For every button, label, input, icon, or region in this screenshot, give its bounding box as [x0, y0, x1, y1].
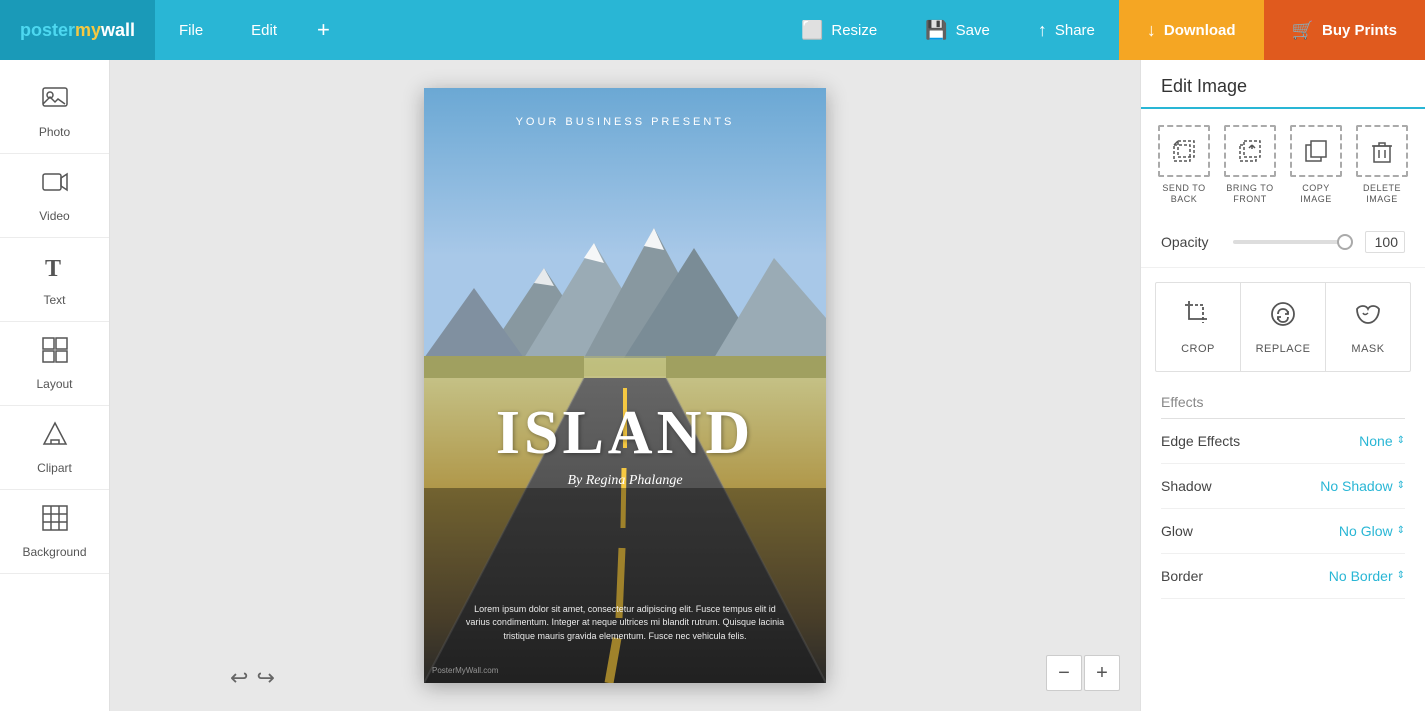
- glow-dropdown-icon: ⇕: [1397, 525, 1405, 536]
- send-to-back-icon: [1158, 125, 1210, 177]
- file-menu[interactable]: File: [155, 0, 227, 60]
- sidebar-photo-label: Photo: [39, 125, 70, 139]
- border-value[interactable]: No Border ⇕: [1329, 568, 1405, 584]
- sidebar-item-background[interactable]: Background: [0, 490, 109, 574]
- sidebar-item-clipart[interactable]: Clipart: [0, 406, 109, 490]
- undo-redo-controls: ↩ ↪: [230, 665, 275, 691]
- delete-image-button[interactable]: DELETEIMAGE: [1349, 125, 1415, 205]
- copy-image-button[interactable]: COPYIMAGE: [1283, 125, 1349, 205]
- download-button[interactable]: ↓ Download: [1119, 0, 1264, 60]
- edit-icons-row: SEND TOBACK BRING TOFRONT COPYIMAGE DELE…: [1141, 109, 1425, 221]
- video-icon: [41, 168, 69, 203]
- sidebar-video-label: Video: [39, 209, 69, 223]
- glow-value[interactable]: No Glow ⇕: [1339, 523, 1405, 539]
- sidebar-item-photo[interactable]: Photo: [0, 70, 109, 154]
- sidebar-item-layout[interactable]: Layout: [0, 322, 109, 406]
- resize-icon: ⬜: [801, 20, 823, 41]
- effects-title: Effects: [1161, 394, 1405, 419]
- panel-title: Edit Image: [1141, 60, 1425, 109]
- sidebar-text-label: Text: [43, 293, 65, 307]
- logo: postermywall: [0, 0, 155, 60]
- sidebar-item-video[interactable]: Video: [0, 154, 109, 238]
- download-icon: ↓: [1147, 20, 1156, 41]
- shadow-label: Shadow: [1161, 478, 1212, 494]
- action-icons-row: CROP REPLACE MASK: [1155, 282, 1411, 372]
- canvas-area[interactable]: YOUR BUSINESS PRESENTS ISLAND By Regina …: [110, 60, 1140, 711]
- add-button[interactable]: +: [301, 0, 346, 60]
- opacity-slider[interactable]: [1233, 240, 1353, 244]
- edge-effects-value[interactable]: None ⇕: [1359, 433, 1405, 449]
- resize-button[interactable]: ⬜ Resize: [777, 0, 901, 60]
- border-dropdown-icon: ⇕: [1397, 570, 1405, 581]
- opacity-thumb[interactable]: [1337, 234, 1353, 250]
- bring-to-front-label: BRING TOFRONT: [1226, 183, 1273, 205]
- photo-icon: [41, 84, 69, 119]
- copy-image-label: COPYIMAGE: [1300, 183, 1332, 205]
- right-panel: Edit Image SEND TOBACK BRING TOFRONT COP…: [1140, 60, 1425, 711]
- main-area: Photo Video T Text Layout Clipart: [0, 60, 1425, 711]
- left-sidebar: Photo Video T Text Layout Clipart: [0, 60, 110, 711]
- glow-row: Glow No Glow ⇕: [1161, 509, 1405, 554]
- copy-image-icon: [1290, 125, 1342, 177]
- delete-image-icon: [1356, 125, 1408, 177]
- edit-menu[interactable]: Edit: [227, 0, 301, 60]
- replace-button[interactable]: REPLACE: [1241, 283, 1326, 371]
- opacity-row: Opacity 100: [1141, 221, 1425, 268]
- mask-label: MASK: [1351, 343, 1384, 355]
- clipart-icon: [41, 420, 69, 455]
- poster-subtitle: By Regina Phalange: [424, 473, 826, 489]
- zoom-in-button[interactable]: +: [1084, 655, 1120, 691]
- sidebar-background-label: Background: [22, 545, 86, 559]
- poster-top-text: YOUR BUSINESS PRESENTS: [424, 116, 826, 128]
- poster-body-text: Lorem ipsum dolor sit amet, consectetur …: [464, 603, 786, 644]
- shadow-value[interactable]: No Shadow ⇕: [1320, 478, 1405, 494]
- top-nav: postermywall File Edit + ⬜ Resize 💾 Save…: [0, 0, 1425, 60]
- replace-label: REPLACE: [1256, 343, 1311, 355]
- effects-section: Effects Edge Effects None ⇕ Shadow No Sh…: [1141, 382, 1425, 611]
- share-button[interactable]: ↑ Share: [1014, 0, 1119, 60]
- bring-to-front-button[interactable]: BRING TOFRONT: [1217, 125, 1283, 205]
- layout-icon: [41, 336, 69, 371]
- send-to-back-button[interactable]: SEND TOBACK: [1151, 125, 1217, 205]
- mask-button[interactable]: MASK: [1326, 283, 1410, 371]
- sidebar-clipart-label: Clipart: [37, 461, 72, 475]
- shadow-dropdown-icon: ⇕: [1397, 480, 1405, 491]
- crop-icon: [1183, 299, 1213, 335]
- shadow-row: Shadow No Shadow ⇕: [1161, 464, 1405, 509]
- buy-prints-icon: 🛒: [1292, 20, 1314, 41]
- buy-prints-button[interactable]: 🛒 Buy Prints: [1264, 0, 1425, 60]
- poster-watermark: PosterMyWall.com: [432, 666, 498, 675]
- edge-effects-label: Edge Effects: [1161, 433, 1240, 449]
- poster-title: ISLAND: [424, 398, 826, 469]
- text-icon: T: [41, 252, 69, 287]
- svg-text:T: T: [45, 256, 61, 280]
- bring-to-front-icon: [1224, 125, 1276, 177]
- zoom-controls: − +: [1046, 655, 1120, 691]
- save-button[interactable]: 💾 Save: [901, 0, 1014, 60]
- replace-icon: [1268, 299, 1298, 335]
- edge-effects-dropdown-icon: ⇕: [1397, 435, 1405, 446]
- background-icon: [41, 504, 69, 539]
- send-to-back-label: SEND TOBACK: [1162, 183, 1205, 205]
- edge-effects-row: Edge Effects None ⇕: [1161, 419, 1405, 464]
- save-icon: 💾: [925, 20, 947, 41]
- opacity-label: Opacity: [1161, 234, 1221, 250]
- undo-button[interactable]: ↩: [230, 665, 248, 691]
- poster[interactable]: YOUR BUSINESS PRESENTS ISLAND By Regina …: [424, 88, 826, 683]
- sidebar-layout-label: Layout: [36, 377, 72, 391]
- crop-button[interactable]: CROP: [1156, 283, 1241, 371]
- opacity-value: 100: [1365, 231, 1405, 253]
- border-label: Border: [1161, 568, 1203, 584]
- zoom-out-button[interactable]: −: [1046, 655, 1082, 691]
- share-icon: ↑: [1038, 20, 1047, 41]
- crop-label: CROP: [1181, 343, 1215, 355]
- border-row: Border No Border ⇕: [1161, 554, 1405, 599]
- mask-icon: [1353, 299, 1383, 335]
- delete-image-label: DELETEIMAGE: [1363, 183, 1401, 205]
- sidebar-item-text[interactable]: T Text: [0, 238, 109, 322]
- redo-button[interactable]: ↪: [256, 665, 274, 691]
- glow-label: Glow: [1161, 523, 1193, 539]
